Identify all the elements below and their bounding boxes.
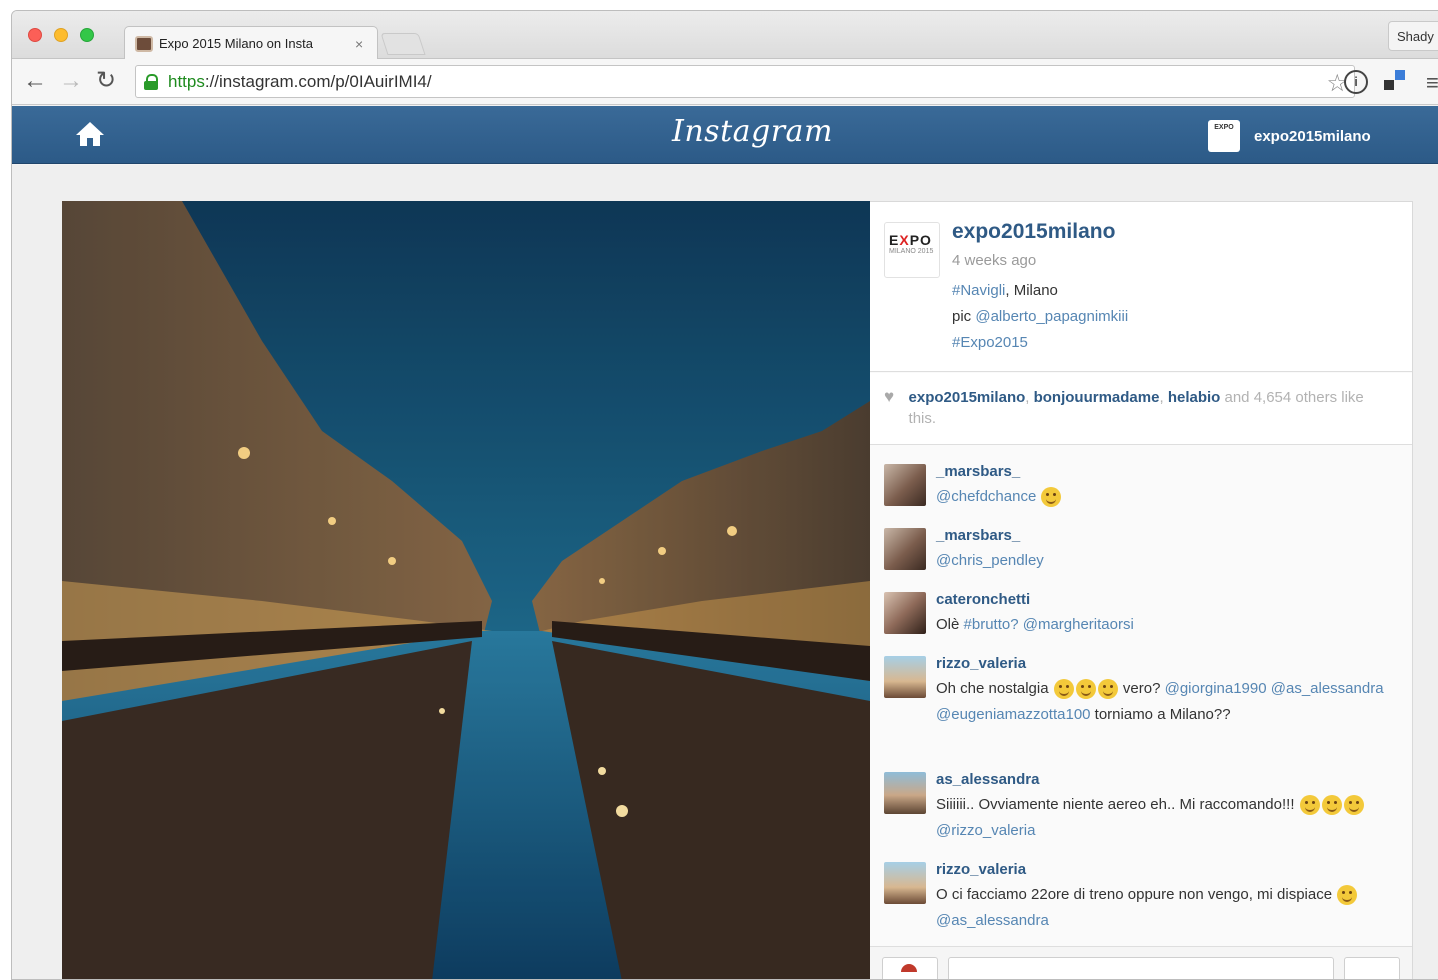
lock-icon [144,73,158,90]
browser-tab[interactable]: Expo 2015 Milano on Insta × [124,26,378,60]
comment-text: Oh che nostalgia vero? @giorgina1990 @as… [936,679,1384,723]
tab-title: Expo 2015 Milano on Insta [159,36,313,51]
commenter-username[interactable]: _marsbars_ [936,460,1396,484]
commenter-avatar[interactable] [884,772,926,814]
post-timestamp[interactable]: 4 weeks ago [952,252,1036,269]
tab-strip: Expo 2015 Milano on Insta × Shady [12,11,1438,60]
minimize-window-button[interactable] [54,28,68,42]
comment-compose-bar [870,946,1412,979]
commenter-username[interactable]: cateronchetti [936,588,1396,612]
page-content: EXPO MILANO 2015 expo2015milano 4 weeks … [12,165,1438,979]
header-user-menu[interactable]: EXPO expo2015milano [1208,120,1371,152]
post-author-name[interactable]: expo2015milano [952,220,1115,244]
commenter-avatar[interactable] [884,464,926,506]
crying-emoji-icon [1337,885,1358,906]
profile-button[interactable]: Shady [1388,21,1438,51]
zoom-window-button[interactable] [80,28,94,42]
commenter-username[interactable]: rizzo_valeria [936,652,1396,676]
grin-emoji-icon [1299,795,1320,816]
comment-text: Olè #brutto? @margheritaorsi [936,616,1134,633]
like-button[interactable] [882,957,938,979]
new-tab-button[interactable] [380,33,426,55]
post-author-avatar[interactable]: EXPO MILANO 2015 [884,222,940,278]
commenter-username[interactable]: _marsbars_ [936,524,1396,548]
commenter-avatar[interactable] [884,528,926,570]
grin-emoji-icon [1097,679,1118,700]
chrome-menu-icon[interactable]: ≡ [1426,70,1438,96]
comment-text: @chefdchance [936,484,1396,510]
expo-logo-sub: MILANO 2015 [889,248,934,255]
header-username: expo2015milano [1254,127,1371,145]
grin-emoji-icon [1321,795,1342,816]
more-options-button[interactable] [1344,957,1400,979]
navigli-canal-photo [62,201,870,979]
crying-emoji-icon [1041,487,1062,508]
commenter-username[interactable]: as_alessandra [936,768,1396,792]
url-text: https://instagram.com/p/0IAuirIMI4/ [168,71,432,91]
instagram-logo[interactable]: Instagram [672,114,833,149]
comment-text: @chris_pendley [936,552,1044,569]
post-side-panel: EXPO MILANO 2015 expo2015milano 4 weeks … [870,201,1413,979]
back-arrow-icon[interactable]: ← [23,67,47,95]
instagram-favicon-icon [135,35,153,52]
caption-hashtag-expo2015[interactable]: #Expo2015 [952,334,1028,351]
grin-emoji-icon [1053,679,1074,700]
commenter-avatar[interactable] [884,592,926,634]
comment-text: O ci facciamo 22ore di treno oppure non … [936,882,1396,934]
grin-emoji-icon [1343,795,1364,816]
close-window-button[interactable] [28,28,42,42]
header-avatar: EXPO [1208,120,1240,152]
likes-text: expo2015milano, bonjouurmadame, helabio … [908,389,1364,427]
browser-toolbar: ← → ↻ https://instagram.com/p/0IAuirIMI4… [12,59,1438,105]
browser-window: Expo 2015 Milano on Insta × Shady ← → ↻ … [11,10,1438,980]
grin-emoji-icon [1075,679,1096,700]
address-bar[interactable]: https://instagram.com/p/0IAuirIMI4/ ☆ [135,65,1355,98]
home-icon[interactable] [74,120,106,148]
forward-arrow-icon[interactable]: → [59,67,83,95]
caption-mention[interactable]: @alberto_papagnimkiii [975,308,1128,325]
tab-close-icon[interactable]: × [355,36,363,52]
post-photo[interactable] [62,201,870,979]
extension-1password-icon[interactable]: i [1344,70,1368,94]
extension-squares-icon[interactable] [1384,70,1406,92]
instagram-header: Instagram EXPO expo2015milano [12,106,1438,164]
comment-input[interactable] [948,957,1334,979]
post-caption: #Navigli, Milano pic @alberto_papagnimki… [952,282,1129,351]
reload-icon[interactable]: ↻ [96,67,116,95]
commenter-username[interactable]: rizzo_valeria [936,858,1396,882]
post-header: EXPO MILANO 2015 expo2015milano 4 weeks … [870,202,1412,372]
caption-hashtag-navigli[interactable]: #Navigli [952,282,1005,299]
commenter-avatar[interactable] [884,862,926,904]
likes-summary: ♥ expo2015milano, bonjouurmadame, helabi… [870,373,1412,445]
heart-icon[interactable]: ♥ [884,387,894,407]
comment-text: Siiiiii.. Ovviamente niente aereo eh.. M… [936,792,1396,844]
commenter-avatar[interactable] [884,656,926,698]
expo-logo: EXPO [889,232,932,248]
